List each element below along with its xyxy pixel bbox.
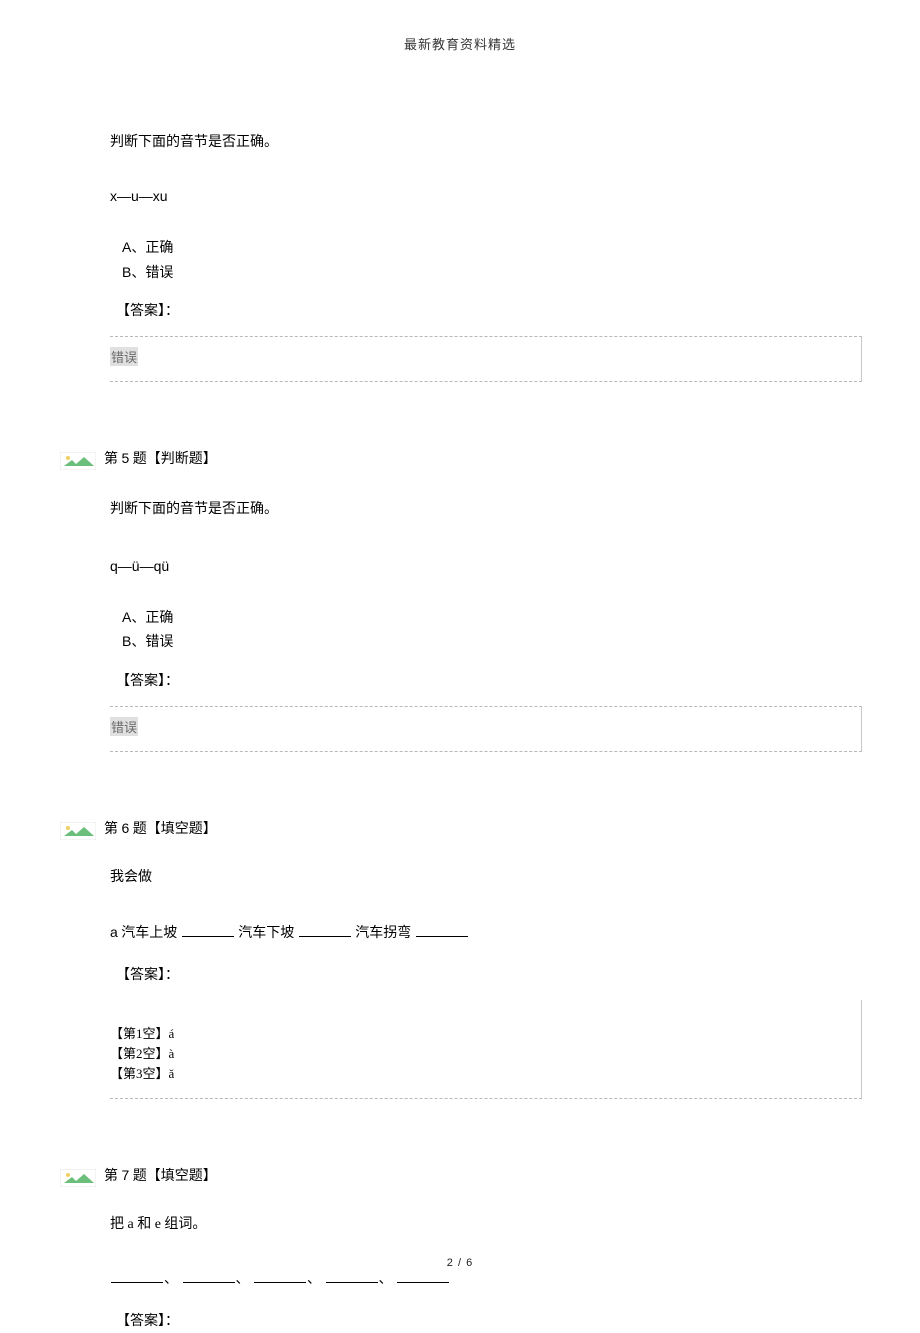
- blank: [254, 1270, 306, 1283]
- q5-expression: q—ü—qü: [110, 555, 862, 577]
- question-6: 我会做 a 汽车上坡 汽车下坡 汽车拐弯 【答案】： 【第1空】á 【第2空】à…: [110, 867, 862, 1100]
- question-5: 判断下面的音节是否正确。 q—ü—qü A、正确 B、错误 【答案】： 错误: [110, 499, 862, 752]
- q6-instruction: 我会做: [110, 867, 862, 889]
- blank: [182, 924, 234, 937]
- q6-answer-line3: 【第3空】ǎ: [110, 1064, 861, 1084]
- q6-header: 第 6 题【填空题】: [60, 818, 862, 840]
- q5-option-b: B、错误: [122, 630, 862, 655]
- q7-fill-line: 、 、 、 、: [110, 1269, 862, 1291]
- blank: [183, 1270, 235, 1283]
- blank: [416, 924, 468, 937]
- q5-options: A、正确 B、错误: [122, 606, 862, 656]
- q7-instruction: 把 a 和 e 组词。: [110, 1214, 862, 1236]
- decorative-icon: [60, 452, 96, 470]
- q6-answer-label: 【答案】：: [116, 965, 862, 987]
- q5-answer-value: 错误: [110, 717, 138, 736]
- blank: [326, 1270, 378, 1283]
- q5-header: 第 5 题【判断题】: [60, 448, 862, 470]
- blank: [111, 1270, 163, 1283]
- q4-answer-label: 【答案】：: [116, 301, 862, 323]
- q6-answer-line1: 【第1空】á: [110, 1024, 861, 1044]
- decorative-icon: [60, 1169, 96, 1187]
- q4-instruction: 判断下面的音节是否正确。: [110, 132, 862, 154]
- q4-option-a: A、正确: [122, 236, 862, 261]
- q6-answer-line2: 【第2空】à: [110, 1044, 861, 1064]
- question-4-continuation: 判断下面的音节是否正确。 x—u—xu A、正确 B、错误 【答案】： 错误: [110, 132, 862, 382]
- blank: [397, 1270, 449, 1283]
- q5-option-a: A、正确: [122, 606, 862, 631]
- q6-fill-line: a 汽车上坡 汽车下坡 汽车拐弯: [110, 921, 862, 945]
- q5-answer-label: 【答案】：: [116, 671, 862, 693]
- blank: [299, 924, 351, 937]
- q4-options: A、正确 B、错误: [122, 236, 862, 286]
- q7-header: 第 7 题【填空题】: [60, 1165, 862, 1187]
- q5-instruction: 判断下面的音节是否正确。: [110, 499, 862, 521]
- q5-answer-box: 错误: [110, 706, 862, 752]
- q4-answer-box: 错误: [110, 336, 862, 382]
- question-7: 把 a 和 e 组词。 、 、 、 、 【答案】：: [110, 1214, 862, 1333]
- page-header: 最新教育资料精选: [0, 0, 920, 53]
- q4-option-b: B、错误: [122, 261, 862, 286]
- q7-answer-label: 【答案】：: [116, 1311, 862, 1333]
- q4-answer-value: 错误: [110, 347, 138, 366]
- q6-answer-box: 【第1空】á 【第2空】à 【第3空】ǎ: [110, 1000, 862, 1099]
- page-footer: 2 / 6: [0, 1257, 920, 1269]
- decorative-icon: [60, 822, 96, 840]
- q4-expression: x—u—xu: [110, 185, 862, 207]
